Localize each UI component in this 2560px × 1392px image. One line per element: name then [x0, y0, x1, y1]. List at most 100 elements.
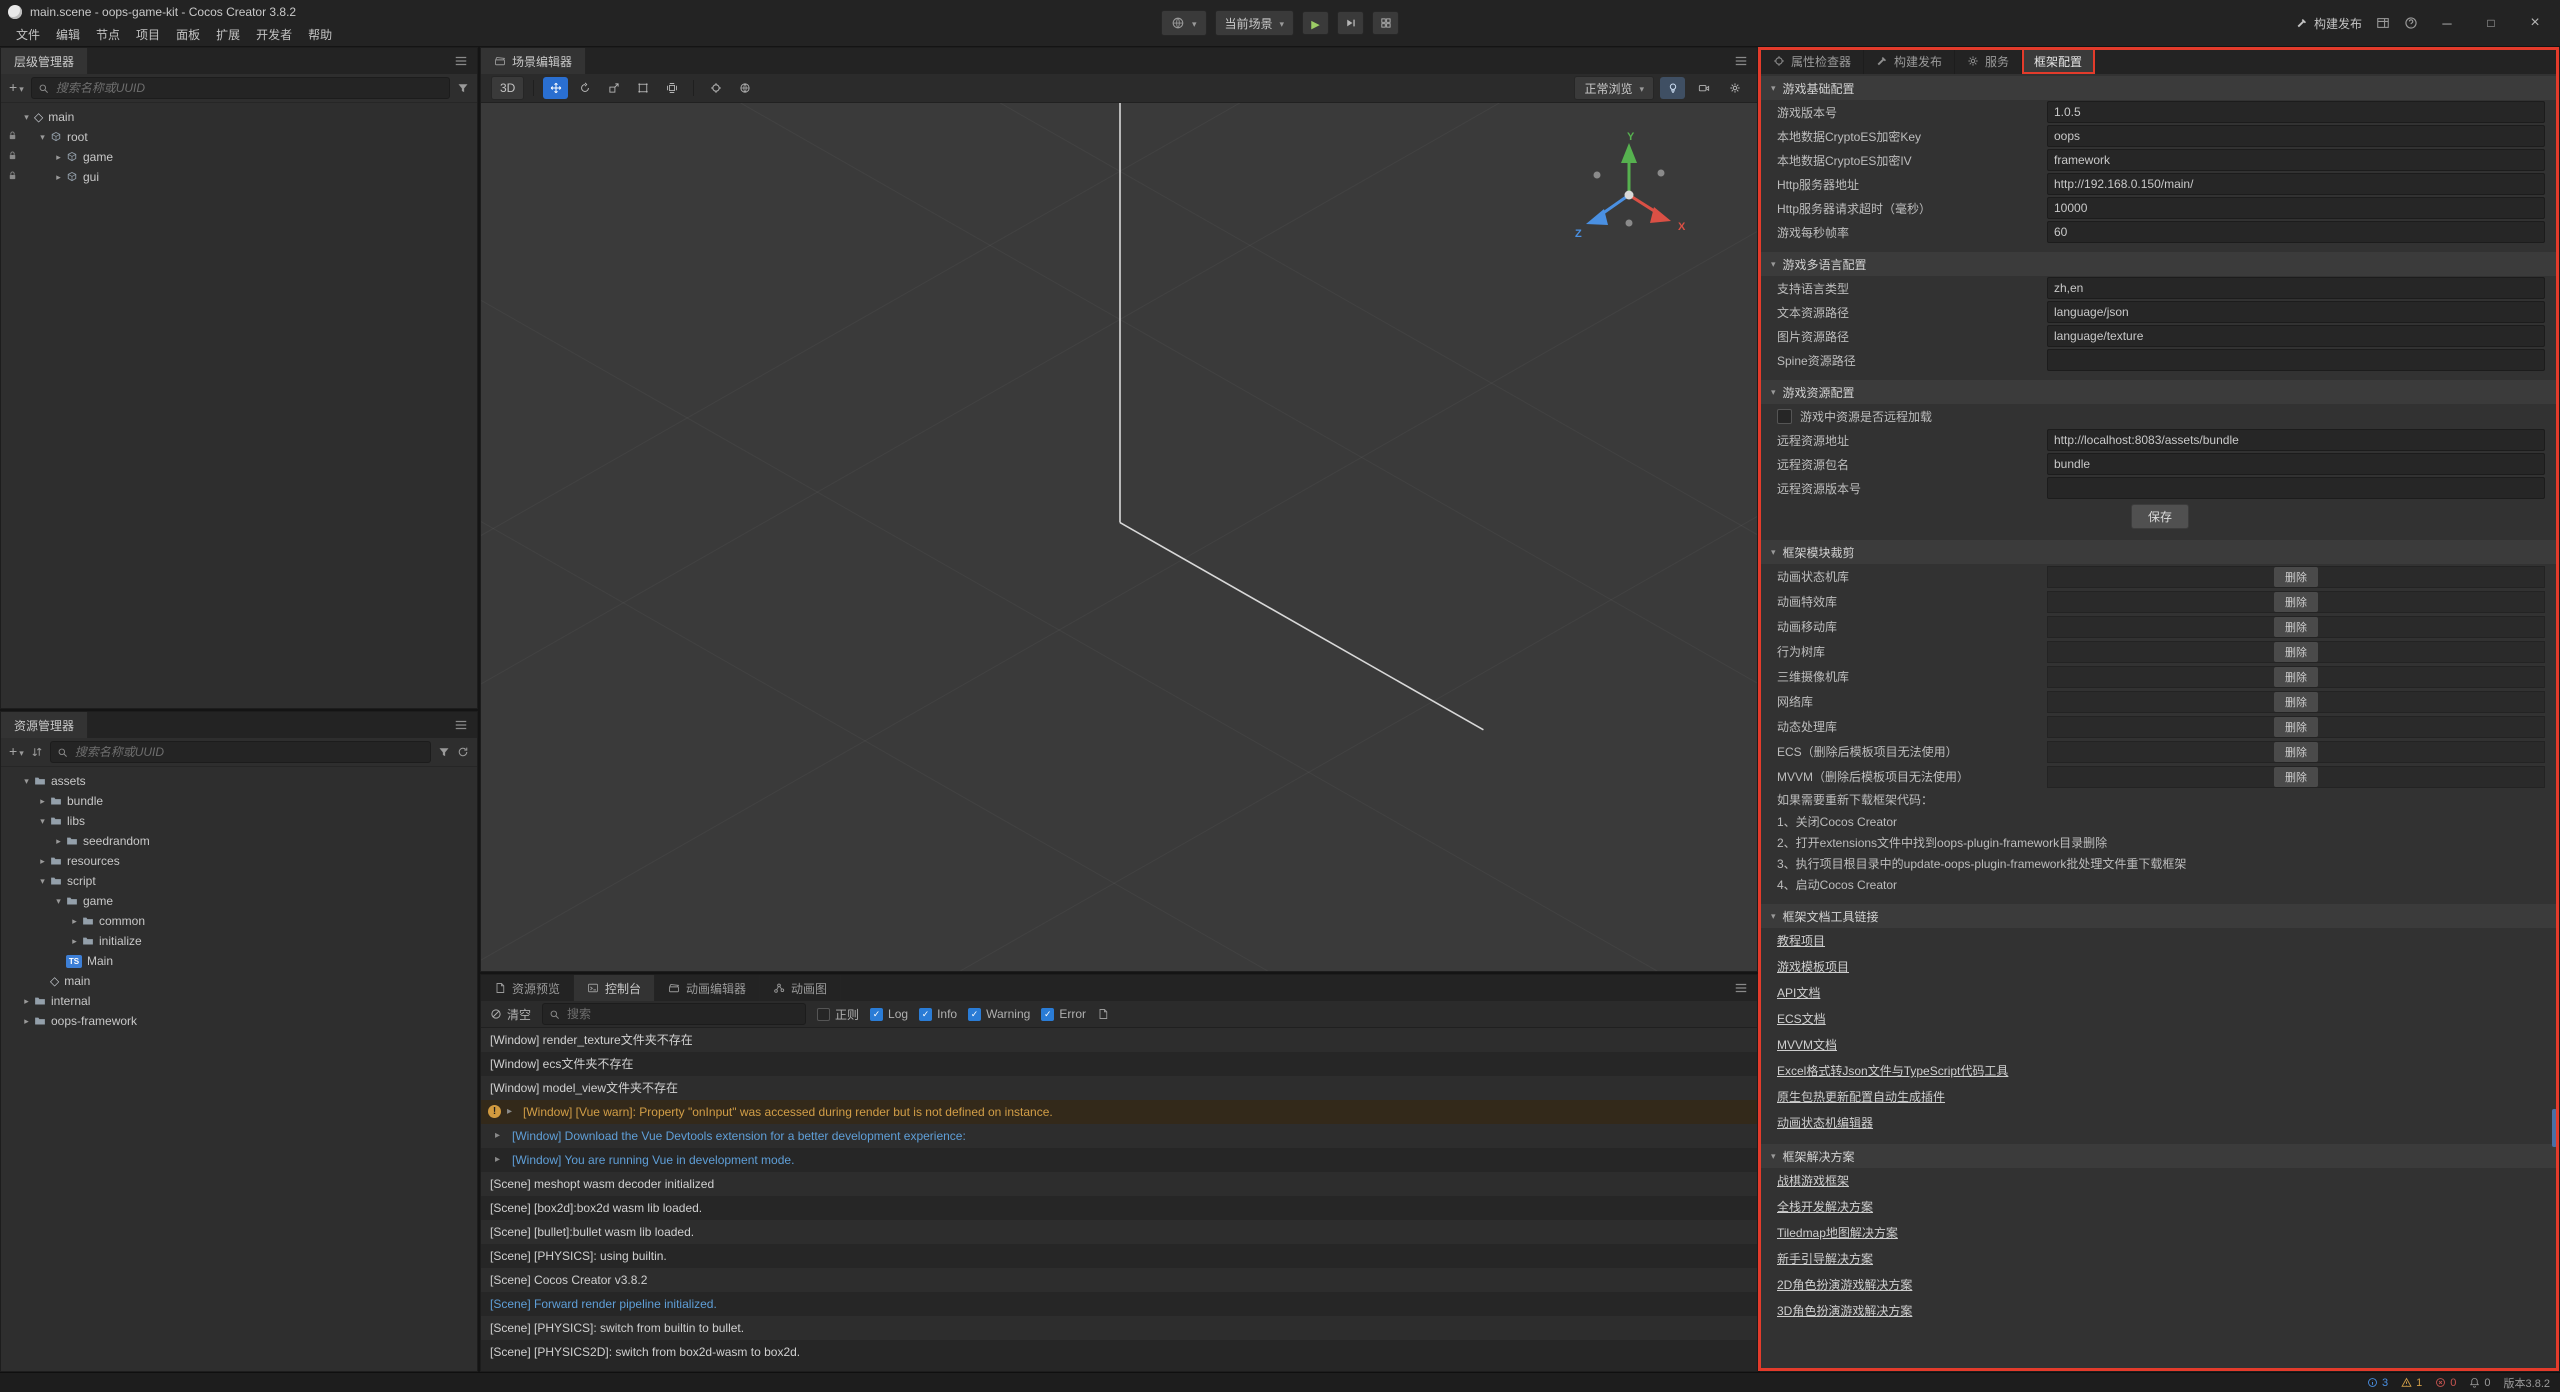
- tab-animation-editor[interactable]: 动画编辑器: [655, 975, 760, 1001]
- delete-module-button[interactable]: 删除: [2274, 617, 2318, 637]
- tab-framework-config[interactable]: 框架配置: [2022, 48, 2095, 74]
- asset-node-seedrandom[interactable]: ▸seedrandom: [1, 831, 477, 851]
- doc-link-ecs[interactable]: ECS文档: [1761, 1006, 2559, 1032]
- orientation-gizmo[interactable]: Y X Z: [1567, 131, 1697, 253]
- filter-warning-checkbox[interactable]: Warning: [968, 1007, 1030, 1021]
- delete-module-button[interactable]: 删除: [2274, 592, 2318, 612]
- delete-module-button[interactable]: 删除: [2274, 717, 2318, 737]
- coordinate-toggle-button[interactable]: [732, 77, 757, 99]
- image-path-input[interactable]: [2047, 325, 2545, 347]
- solution-link-guide[interactable]: 新手引导解决方案: [1761, 1246, 2559, 1272]
- rect-tool-button[interactable]: [630, 77, 655, 99]
- asset-node-internal[interactable]: ▸internal: [1, 991, 477, 1011]
- log-row[interactable]: [Scene] Cocos Creator v3.8.2: [481, 1268, 1757, 1292]
- create-node-button[interactable]: [9, 81, 24, 95]
- filter-error-checkbox[interactable]: Error: [1041, 1007, 1086, 1021]
- menu-item-help[interactable]: 帮助: [300, 24, 340, 46]
- maximize-button[interactable]: [2476, 8, 2506, 38]
- section-header-solutions[interactable]: 框架解决方案: [1761, 1144, 2559, 1168]
- tab-console[interactable]: 控制台: [574, 975, 655, 1001]
- preview-target-select[interactable]: [1161, 10, 1207, 36]
- expand-arrow[interactable]: ▸: [19, 996, 34, 1007]
- create-asset-button[interactable]: [9, 745, 24, 759]
- panel-menu-icon[interactable]: [1725, 48, 1757, 74]
- menu-item-edit[interactable]: 编辑: [48, 24, 88, 46]
- refresh-icon[interactable]: [457, 746, 469, 758]
- scene-settings-button[interactable]: [1722, 77, 1747, 99]
- preview-window-button[interactable]: [1372, 11, 1399, 35]
- log-row[interactable]: [Scene] [bullet]:bullet wasm lib loaded.: [481, 1220, 1757, 1244]
- current-scene-select[interactable]: 当前场景: [1214, 10, 1294, 36]
- save-button[interactable]: 保存: [2131, 504, 2189, 529]
- asset-node-common[interactable]: ▸common: [1, 911, 477, 931]
- expand-arrow[interactable]: ▸: [35, 856, 50, 867]
- expand-arrow[interactable]: ▸: [67, 936, 82, 947]
- tab-property-inspector[interactable]: 属性检查器: [1761, 48, 1864, 74]
- tree-node-root[interactable]: ▾ root: [1, 127, 477, 147]
- section-header-resource[interactable]: 游戏资源配置: [1761, 380, 2559, 404]
- hierarchy-search-input[interactable]: [54, 80, 443, 96]
- text-path-input[interactable]: [2047, 301, 2545, 323]
- asset-node-script[interactable]: ▾script: [1, 871, 477, 891]
- close-button[interactable]: [2520, 8, 2550, 38]
- move-tool-button[interactable]: [543, 77, 568, 99]
- expand-arrow[interactable]: ▾: [35, 132, 50, 143]
- asset-node-initialize[interactable]: ▸initialize: [1, 931, 477, 951]
- lock-icon[interactable]: [7, 170, 18, 184]
- menu-item-node[interactable]: 节点: [88, 24, 128, 46]
- delete-module-button[interactable]: 删除: [2274, 567, 2318, 587]
- expand-arrow[interactable]: ▾: [19, 776, 34, 787]
- solution-link-fullstack[interactable]: 全栈开发解决方案: [1761, 1194, 2559, 1220]
- error-counter[interactable]: 0: [2435, 1377, 2456, 1389]
- tab-hierarchy[interactable]: 层级管理器: [1, 48, 88, 74]
- info-counter[interactable]: 3: [2367, 1377, 2388, 1389]
- doc-link-excel-tool[interactable]: Excel格式转Json文件与TypeScript代码工具: [1761, 1058, 2559, 1084]
- panel-menu-icon[interactable]: [1725, 975, 1757, 1001]
- layout-button[interactable]: [2376, 16, 2390, 30]
- remote-version-input[interactable]: [2047, 477, 2545, 499]
- log-row[interactable]: [Scene] [PHYSICS2D]: switch from box2d-w…: [481, 1340, 1757, 1364]
- remote-load-row[interactable]: 游戏中资源是否远程加载: [1761, 404, 2559, 428]
- log-row[interactable]: [Window] ecs文件夹不存在: [481, 1052, 1757, 1076]
- scene-camera-button[interactable]: [1691, 77, 1716, 99]
- clear-console-button[interactable]: 清空: [490, 1006, 531, 1023]
- remote-bundle-input[interactable]: [2047, 453, 2545, 475]
- section-header-modules[interactable]: 框架模块裁剪: [1761, 540, 2559, 564]
- view-mode-select[interactable]: 正常浏览: [1574, 76, 1654, 100]
- export-log-button[interactable]: [1097, 1008, 1109, 1020]
- doc-link-animator-editor[interactable]: 动画状态机编辑器: [1761, 1110, 2559, 1136]
- regex-checkbox[interactable]: 正则: [817, 1006, 859, 1023]
- section-header-language[interactable]: 游戏多语言配置: [1761, 252, 2559, 276]
- scene-light-toggle[interactable]: [1660, 77, 1685, 99]
- crypto-key-input[interactable]: [2047, 125, 2545, 147]
- tree-node-game[interactable]: ▸ game: [1, 147, 477, 167]
- lock-icon[interactable]: [7, 130, 18, 144]
- transform-tool-button[interactable]: [659, 77, 684, 99]
- doc-link-tutorial[interactable]: 教程项目: [1761, 928, 2559, 954]
- play-button[interactable]: [1302, 11, 1329, 35]
- tab-scene-editor[interactable]: 场景编辑器: [481, 48, 586, 74]
- tree-node-gui[interactable]: ▸ gui: [1, 167, 477, 187]
- expand-arrow[interactable]: ▸: [35, 796, 50, 807]
- asset-node-libs[interactable]: ▾libs: [1, 811, 477, 831]
- expand-arrow[interactable]: ▸: [67, 916, 82, 927]
- filter-icon[interactable]: [457, 82, 469, 94]
- tab-assets[interactable]: 资源管理器: [1, 712, 88, 738]
- game-version-input[interactable]: [2047, 101, 2545, 123]
- expand-arrow[interactable]: ▾: [35, 816, 50, 827]
- tab-animation-graph[interactable]: 动画图: [760, 975, 841, 1001]
- expand-arrow[interactable]: ▸: [19, 1016, 34, 1027]
- delete-module-button[interactable]: 删除: [2274, 742, 2318, 762]
- expand-arrow[interactable]: ▾: [19, 112, 34, 123]
- asset-node-game[interactable]: ▾game: [1, 891, 477, 911]
- help-button[interactable]: [2404, 16, 2418, 30]
- scene-viewport[interactable]: Y X Z: [481, 103, 1757, 971]
- expand-arrow[interactable]: ▸: [51, 172, 66, 183]
- console-search-input[interactable]: [565, 1006, 799, 1022]
- solution-link-wargame[interactable]: 战棋游戏框架: [1761, 1168, 2559, 1194]
- section-header-docs[interactable]: 框架文档工具链接: [1761, 904, 2559, 928]
- menu-item-panel[interactable]: 面板: [168, 24, 208, 46]
- solution-link-tiledmap[interactable]: Tiledmap地图解决方案: [1761, 1220, 2559, 1246]
- sort-icon[interactable]: [31, 746, 43, 758]
- log-row-info[interactable]: [Window] You are running Vue in developm…: [481, 1148, 1757, 1172]
